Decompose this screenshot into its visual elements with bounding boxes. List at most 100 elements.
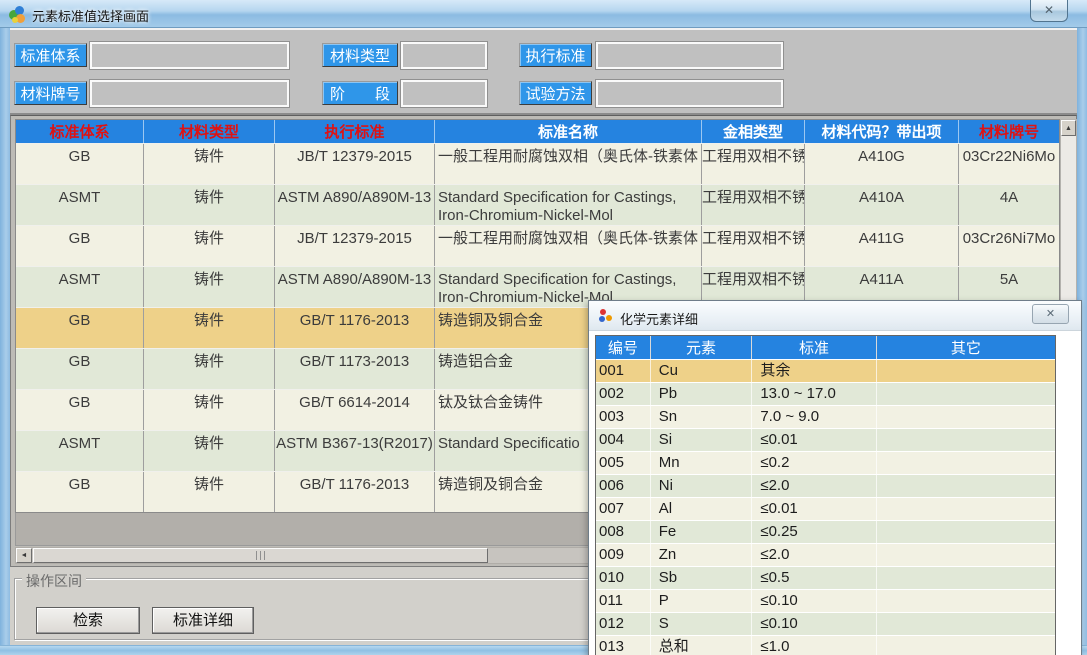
dialog-column-header[interactable]: 编号 bbox=[596, 336, 651, 359]
table-cell: 铸件 bbox=[144, 267, 275, 307]
column-header[interactable]: 金相类型 bbox=[702, 120, 805, 143]
element-cell: 003 bbox=[596, 406, 651, 428]
window-title: 元素标准值选择画面 bbox=[32, 6, 149, 25]
element-cell bbox=[877, 521, 1055, 543]
material-type-field[interactable] bbox=[401, 42, 487, 69]
element-cell: 13.0 ~ 17.0 bbox=[752, 383, 876, 405]
table-cell: GB/T 1176-2013 bbox=[275, 472, 435, 512]
column-header[interactable]: 材料牌号 bbox=[959, 120, 1059, 143]
table-cell: ASMT bbox=[16, 267, 144, 307]
element-cell: 009 bbox=[596, 544, 651, 566]
standard-system-field[interactable] bbox=[90, 42, 289, 69]
search-button[interactable]: 检索 bbox=[36, 607, 140, 634]
column-header[interactable]: 材料代码？带出项 bbox=[805, 120, 959, 143]
element-cell: 001 bbox=[596, 360, 651, 382]
table-cell: 铸件 bbox=[144, 185, 275, 225]
element-cell bbox=[877, 613, 1055, 635]
dialog-title: 化学元素详细 bbox=[620, 309, 698, 328]
element-cell: 010 bbox=[596, 567, 651, 589]
element-table: 编号元素标准其它001Cu其余002Pb13.0 ~ 17.0003Sn7.0 … bbox=[595, 335, 1056, 655]
window-border-left bbox=[0, 28, 10, 655]
element-cell: Al bbox=[651, 498, 753, 520]
table-cell: A410G bbox=[805, 144, 959, 184]
dialog-column-header[interactable]: 标准 bbox=[752, 336, 876, 359]
table-cell: 铸件 bbox=[144, 390, 275, 430]
table-cell: ASTM A890/A890M-13 bbox=[275, 267, 435, 307]
element-row[interactable]: 010Sb≤0.5 bbox=[596, 566, 1055, 589]
element-row[interactable]: 002Pb13.0 ~ 17.0 bbox=[596, 382, 1055, 405]
element-cell: ≤0.10 bbox=[752, 613, 876, 635]
element-cell: Pb bbox=[651, 383, 753, 405]
table-cell: Standard Specification for Castings, Iro… bbox=[435, 185, 702, 225]
element-cell: 其余 bbox=[752, 360, 876, 382]
scroll-up-icon[interactable]: ▲ bbox=[1061, 120, 1076, 136]
app-icon bbox=[9, 6, 26, 23]
table-cell: JB/T 12379-2015 bbox=[275, 226, 435, 266]
element-cell bbox=[877, 544, 1055, 566]
element-cell: ≤0.01 bbox=[752, 429, 876, 451]
table-cell: 铸件 bbox=[144, 308, 275, 348]
element-cell: ≤1.0 bbox=[752, 636, 876, 655]
element-cell: Mn bbox=[651, 452, 753, 474]
element-cell: 007 bbox=[596, 498, 651, 520]
scrollbar-thumb[interactable] bbox=[33, 548, 488, 563]
element-row[interactable]: 004Si≤0.01 bbox=[596, 428, 1055, 451]
column-header[interactable]: 标准体系 bbox=[16, 120, 144, 143]
table-cell: 4A bbox=[959, 185, 1059, 225]
table-header-row: 标准体系材料类型执行标准标准名称金相类型材料代码？带出项材料牌号 bbox=[16, 120, 1059, 143]
element-row[interactable]: 006Ni≤2.0 bbox=[596, 474, 1055, 497]
element-row[interactable]: 003Sn7.0 ~ 9.0 bbox=[596, 405, 1055, 428]
element-row[interactable]: 001Cu其余 bbox=[596, 359, 1055, 382]
element-cell: 002 bbox=[596, 383, 651, 405]
element-cell bbox=[877, 498, 1055, 520]
table-row[interactable]: GB铸件JB/T 12379-2015一般工程用耐腐蚀双相（奥氏体-铁素体工程用… bbox=[16, 144, 1059, 184]
element-cell bbox=[877, 590, 1055, 612]
label-material-grade: 材料牌号 bbox=[14, 81, 87, 105]
element-cell bbox=[877, 475, 1055, 497]
table-row[interactable]: ASMT铸件ASTM A890/A890M-13Standard Specifi… bbox=[16, 185, 1059, 225]
column-header[interactable]: 执行标准 bbox=[275, 120, 435, 143]
element-row[interactable]: 005Mn≤0.2 bbox=[596, 451, 1055, 474]
phase-field[interactable] bbox=[401, 80, 487, 107]
label-material-type: 材料类型 bbox=[322, 43, 398, 67]
element-cell: 008 bbox=[596, 521, 651, 543]
table-cell: 03Cr22Ni6Mo bbox=[959, 144, 1059, 184]
dialog-column-header[interactable]: 其它 bbox=[877, 336, 1055, 359]
element-cell: Ni bbox=[651, 475, 753, 497]
column-header[interactable]: 标准名称 bbox=[435, 120, 702, 143]
element-cell: 7.0 ~ 9.0 bbox=[752, 406, 876, 428]
label-test-method: 试验方法 bbox=[519, 81, 592, 105]
element-row[interactable]: 011P≤0.10 bbox=[596, 589, 1055, 612]
element-cell bbox=[877, 636, 1055, 655]
table-cell: ASMT bbox=[16, 431, 144, 471]
element-row[interactable]: 008Fe≤0.25 bbox=[596, 520, 1055, 543]
element-row[interactable]: 009Zn≤2.0 bbox=[596, 543, 1055, 566]
scroll-left-icon[interactable]: ◄ bbox=[16, 548, 32, 563]
table-cell: GB bbox=[16, 390, 144, 430]
material-grade-field[interactable] bbox=[90, 80, 289, 107]
element-cell bbox=[877, 360, 1055, 382]
dialog-column-header[interactable]: 元素 bbox=[651, 336, 753, 359]
column-header[interactable]: 材料类型 bbox=[144, 120, 275, 143]
element-cell: Cu bbox=[651, 360, 753, 382]
exec-standard-field[interactable] bbox=[596, 42, 783, 69]
close-icon[interactable]: ✕ bbox=[1030, 0, 1068, 22]
thumb-grip-icon bbox=[256, 551, 266, 560]
element-cell bbox=[877, 406, 1055, 428]
dialog-close-icon[interactable]: ✕ bbox=[1032, 304, 1069, 324]
table-cell: 铸件 bbox=[144, 144, 275, 184]
test-method-field[interactable] bbox=[596, 80, 783, 107]
table-cell: GB/T 1176-2013 bbox=[275, 308, 435, 348]
element-cell: 012 bbox=[596, 613, 651, 635]
standard-detail-button[interactable]: 标准详细 bbox=[152, 607, 254, 634]
table-cell: GB/T 6614-2014 bbox=[275, 390, 435, 430]
element-cell: Si bbox=[651, 429, 753, 451]
element-cell: ≤2.0 bbox=[752, 475, 876, 497]
table-cell: 一般工程用耐腐蚀双相（奥氏体-铁素体 bbox=[435, 226, 702, 266]
element-row[interactable]: 012S≤0.10 bbox=[596, 612, 1055, 635]
dialog-title-bar: 化学元素详细 ✕ bbox=[589, 301, 1081, 331]
table-row[interactable]: GB铸件JB/T 12379-2015一般工程用耐腐蚀双相（奥氏体-铁素体工程用… bbox=[16, 226, 1059, 266]
title-bar: 元素标准值选择画面 ✕ bbox=[0, 0, 1087, 28]
element-row[interactable]: 013总和≤1.0 bbox=[596, 635, 1055, 655]
element-row[interactable]: 007Al≤0.01 bbox=[596, 497, 1055, 520]
